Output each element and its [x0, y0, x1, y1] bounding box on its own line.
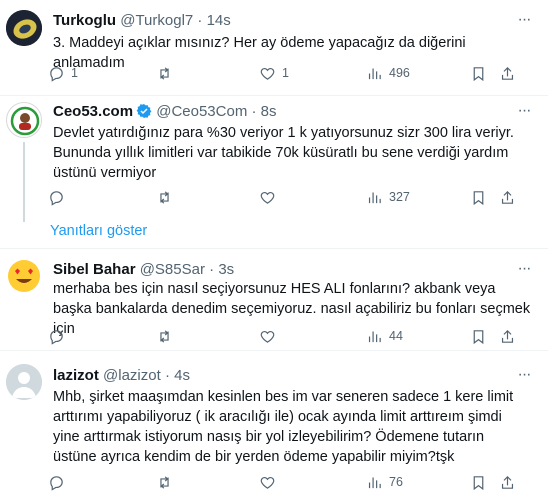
- views-count: 76: [389, 475, 403, 489]
- share-button[interactable]: [499, 187, 516, 207]
- retweet-button[interactable]: [156, 63, 179, 83]
- retweet-button[interactable]: [156, 472, 173, 492]
- tweet-text: Devlet yatırdığınız para %30 veriyor 1 k…: [53, 125, 514, 181]
- reply-icon: [50, 329, 63, 345]
- timestamp[interactable]: 14s: [207, 12, 231, 29]
- like-button[interactable]: [259, 187, 276, 207]
- views-button[interactable]: 44: [366, 326, 403, 346]
- share-icon: [501, 475, 514, 489]
- views-count: 496: [389, 66, 410, 80]
- share-icon: [501, 190, 514, 204]
- tweet-actions: 1 1 496: [48, 63, 518, 83]
- views-count: 44: [389, 329, 403, 343]
- bookmark-icon: [473, 190, 484, 205]
- tweet-turkoglu[interactable]: Turkoglu @Turkogl7 · 14s ··· 3. Maddeyi …: [0, 0, 548, 95]
- author-name[interactable]: Turkoglu: [53, 12, 116, 29]
- show-replies-link[interactable]: Yanıtları göster: [50, 223, 147, 239]
- author-handle[interactable]: @lazizot: [103, 367, 161, 384]
- tweet-ceo53[interactable]: Ceo53.com @Ceo53Com · 8s ··· Devlet yatı…: [0, 96, 548, 248]
- views-button[interactable]: 76: [366, 472, 403, 492]
- more-options-icon[interactable]: ···: [514, 103, 534, 123]
- views-button[interactable]: 496: [366, 63, 410, 83]
- timestamp[interactable]: 3s: [218, 261, 234, 278]
- reply-button[interactable]: [48, 326, 65, 346]
- heart-icon: [260, 67, 275, 80]
- verified-badge-icon: [136, 103, 152, 119]
- timestamp[interactable]: 4s: [174, 367, 190, 384]
- retweet-icon: [160, 190, 169, 204]
- tweet-header: lazizot @lazizot · 4s: [53, 366, 190, 386]
- bookmark-button[interactable]: [470, 326, 487, 346]
- author-handle[interactable]: @Turkogl7: [120, 12, 193, 29]
- heart-icon: [260, 330, 275, 343]
- views-chart-icon: [368, 68, 381, 79]
- bookmark-button[interactable]: [470, 472, 487, 492]
- reply-count: 1: [71, 66, 78, 80]
- separator: ·: [164, 367, 170, 384]
- views-chart-icon: [368, 331, 381, 342]
- share-button[interactable]: [499, 63, 516, 83]
- avatar-sibel-bahar[interactable]: [6, 258, 42, 294]
- reply-icon: [50, 66, 63, 82]
- avatar-lazizot[interactable]: [6, 364, 42, 400]
- bookmark-button[interactable]: [470, 63, 487, 83]
- retweet-button[interactable]: [156, 187, 173, 207]
- tweet-actions: 44: [48, 326, 518, 346]
- author-handle[interactable]: @Ceo53Com: [156, 103, 247, 120]
- reply-icon: [50, 475, 63, 491]
- reply-button[interactable]: 1: [48, 63, 78, 83]
- views-button[interactable]: 327: [366, 187, 410, 207]
- like-button[interactable]: 1: [259, 63, 289, 83]
- avatar-ceo53[interactable]: [6, 102, 42, 138]
- separator: ·: [251, 103, 257, 120]
- reply-button[interactable]: [48, 472, 65, 492]
- tweet-actions: 327: [48, 187, 518, 207]
- tweet-header: Sibel Bahar @S85Sar · 3s: [53, 260, 234, 280]
- tweet-actions: 76: [48, 472, 518, 492]
- author-handle[interactable]: @S85Sar: [140, 261, 205, 278]
- like-button[interactable]: [259, 472, 276, 492]
- thread-connector-line: [23, 142, 25, 222]
- timestamp[interactable]: 8s: [261, 103, 277, 120]
- retweet-icon: [160, 475, 169, 489]
- separator: ·: [197, 12, 203, 29]
- share-button[interactable]: [499, 472, 516, 492]
- retweet-button[interactable]: [156, 326, 173, 346]
- tweet-sibel-bahar[interactable]: Sibel Bahar @S85Sar · 3s ··· merhaba bes…: [0, 249, 548, 350]
- views-chart-icon: [368, 192, 381, 203]
- more-options-icon[interactable]: ···: [514, 367, 534, 387]
- views-chart-icon: [368, 477, 381, 488]
- retweet-icon: [160, 66, 169, 80]
- tweet-header: Ceo53.com @Ceo53Com · 8s: [53, 102, 277, 122]
- more-options-icon[interactable]: ···: [514, 12, 534, 32]
- heart-icon: [260, 191, 275, 204]
- separator: ·: [209, 261, 215, 278]
- reply-icon: [50, 190, 63, 206]
- bookmark-button[interactable]: [470, 187, 487, 207]
- heart-icon: [260, 476, 275, 489]
- more-options-icon[interactable]: ···: [514, 261, 534, 281]
- avatar-turkoglu[interactable]: [6, 10, 42, 46]
- bookmark-icon: [473, 329, 484, 344]
- author-name[interactable]: lazizot: [53, 367, 99, 384]
- author-name[interactable]: Sibel Bahar: [53, 261, 136, 278]
- like-count: 1: [282, 66, 289, 80]
- bookmark-icon: [473, 475, 484, 490]
- like-button[interactable]: [259, 326, 276, 346]
- share-icon: [501, 329, 514, 343]
- reply-button[interactable]: [48, 187, 65, 207]
- tweet-lazizot[interactable]: lazizot @lazizot · 4s ··· Mhb, şirket ma…: [0, 351, 548, 503]
- tweet-header: Turkoglu @Turkogl7 · 14s: [53, 11, 231, 31]
- share-icon: [501, 66, 514, 80]
- retweet-icon: [160, 329, 169, 343]
- author-name[interactable]: Ceo53.com: [53, 103, 133, 120]
- bookmark-icon: [473, 66, 484, 81]
- tweet-text: Mhb, şirket maaşımdan kesinlen bes im va…: [53, 389, 514, 465]
- share-button[interactable]: [499, 326, 516, 346]
- views-count: 327: [389, 190, 410, 204]
